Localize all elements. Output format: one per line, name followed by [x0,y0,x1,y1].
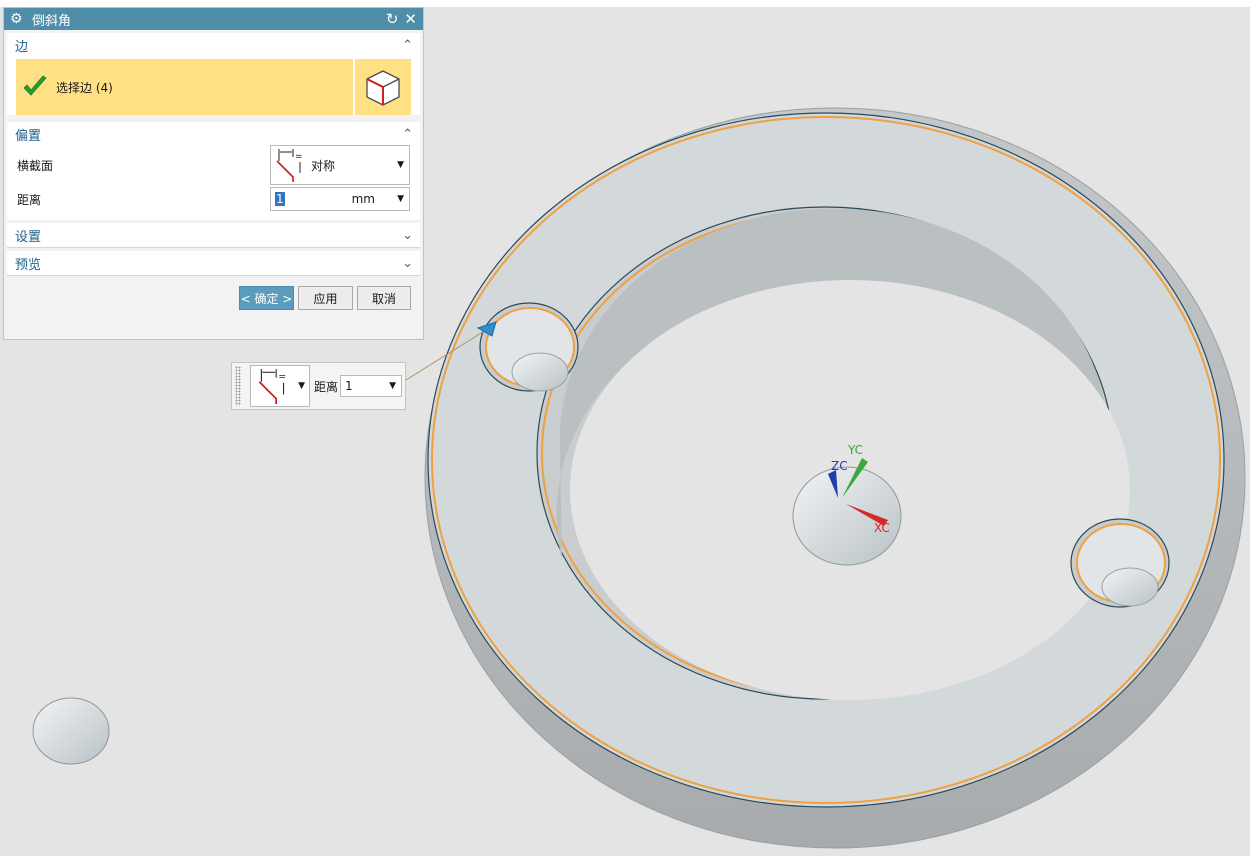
offset-section: 偏置 ⌃ 横截面 = 对称 ▼ 距离 1 mm ▼ [7,122,420,220]
preview-section-header[interactable]: 预览 ⌄ [7,251,420,276]
dialog-actions: < 确定 > 应用 取消 [4,276,423,310]
floating-distance-toolbar: = ▼ 距离 1 ▼ [231,362,406,410]
chevron-down-icon[interactable]: ⌄ [402,228,413,243]
floating-distance-value: 1 [345,379,353,393]
cross-section-label: 横截面 [17,158,54,173]
drag-grip-handle[interactable] [235,366,241,406]
cross-section-dropdown[interactable]: = 对称 ▼ [270,145,410,185]
distance-value[interactable]: 1 [275,192,285,206]
select-edge-field[interactable]: 选择边 (4) [16,59,353,115]
edge-section: 边 ⌃ 选择边 (4) [7,33,420,115]
reset-icon[interactable]: ↻ [386,11,399,27]
apply-button[interactable]: 应用 [298,286,353,310]
close-icon[interactable]: ✕ [404,11,417,27]
axis-z-label: ZC [831,459,848,473]
symmetric-chamfer-icon: = [276,149,303,182]
dialog-title-bar[interactable]: ⚙ 倒斜角 ↻ ✕ [4,8,423,30]
axis-y-label: YC [847,443,863,457]
edge-section-label: 边 [15,39,29,55]
settings-section-header[interactable]: 设置 ⌄ [7,223,420,248]
floating-cross-section-dropdown[interactable]: = ▼ [250,365,310,407]
distance-unit: mm [351,192,375,206]
cross-section-value: 对称 [311,158,336,173]
bolt-hole-left-bottom [511,352,569,392]
dialog-title: 倒斜角 [32,13,72,29]
dropdown-arrow-icon[interactable]: ▼ [397,160,404,170]
axis-x-label: XC [874,521,890,535]
distance-input[interactable]: 1 mm ▼ [270,187,410,211]
chamfer-dialog: ⚙ 倒斜角 ↻ ✕ 边 ⌃ 选择边 (4) 偏置 ⌃ 横截面 = 对称 ▼ 距离… [3,7,424,340]
offset-section-header[interactable]: 偏置 ⌃ [7,122,420,146]
gear-icon: ⚙ [10,11,23,27]
symmetric-chamfer-icon: = [258,369,286,404]
checkmark-icon [23,75,47,96]
ok-button[interactable]: < 确定 > [239,286,294,310]
unit-dropdown-arrow-icon[interactable]: ▼ [397,194,404,204]
floating-distance-input[interactable]: 1 ▼ [340,375,403,397]
distance-label: 距离 [17,192,42,207]
cube-edge-icon [366,70,400,106]
preview-section-label: 预览 [15,257,42,273]
select-edge-button[interactable] [355,59,411,115]
offset-section-label: 偏置 [15,128,42,144]
floating-distance-label: 距离 [314,379,339,394]
preview-section: 预览 ⌄ [7,251,420,276]
chevron-up-icon[interactable]: ⌃ [402,127,413,142]
select-edge-label: 选择边 (4) [56,80,113,95]
chevron-up-icon[interactable]: ⌃ [402,38,413,53]
dropdown-arrow-icon[interactable]: ▼ [298,381,305,391]
center-boss[interactable] [792,466,902,566]
bolt-hole-right-bottom [1101,567,1159,607]
svg-text:=: = [278,372,286,383]
svg-text:=: = [295,152,303,162]
dropdown-arrow-icon[interactable]: ▼ [389,381,396,391]
cancel-button[interactable]: 取消 [357,286,411,310]
chevron-down-icon[interactable]: ⌄ [402,256,413,271]
settings-section-label: 设置 [15,229,42,245]
edge-section-header[interactable]: 边 ⌃ [7,33,420,57]
base-hole[interactable] [32,697,110,765]
settings-section: 设置 ⌄ [7,223,420,248]
